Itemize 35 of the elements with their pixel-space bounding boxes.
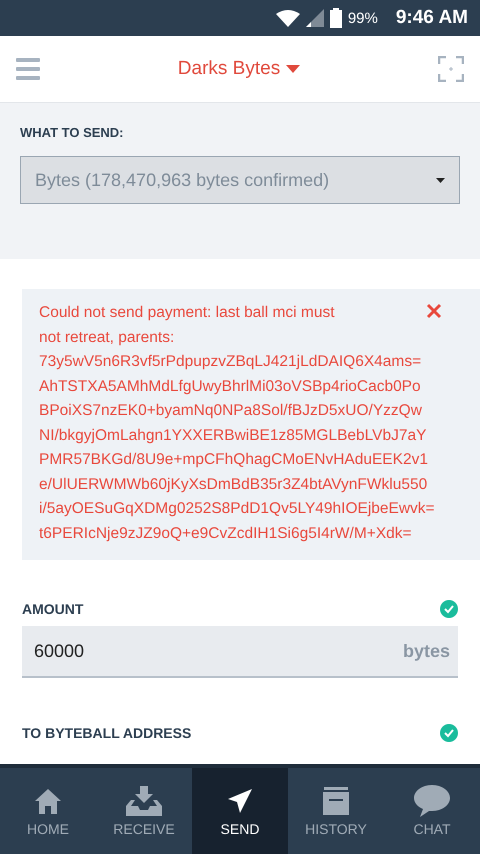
nav-tab[interactable]: HOME: [0, 768, 96, 854]
nav-tab[interactable]: CHAT: [384, 768, 480, 854]
error-text: Could not send payment: last ball mci must: [39, 303, 334, 323]
error-text: i/5ayOESuGqXDMg0252S8PdD1Qv5LY49hIOEjbeEwvk=: [39, 499, 435, 519]
wifi-icon: [276, 9, 300, 27]
amount-field[interactable]: 60000 bytes: [22, 626, 458, 678]
download-tray-icon: [126, 785, 162, 817]
nav-tab[interactable]: RECEIVE: [96, 768, 192, 854]
archive-icon: [323, 785, 349, 817]
unit-label: bytes: [402, 640, 450, 662]
error-text: AhTSTXA5AMhMdLfgUwyBhrlMi03oVSBp4rioCacb0Po: [39, 376, 421, 396]
close-icon[interactable]: [426, 303, 442, 319]
menu-icon[interactable]: [16, 58, 40, 80]
scan-icon[interactable]: [438, 56, 464, 82]
signal-icon: [306, 9, 324, 27]
error-text: t6PERIcNje9zJZ9oQ+e9CvZcdIH1Si6g5I4rW/M+Xdk=: [39, 524, 412, 544]
battery-level: 99%: [348, 10, 378, 26]
error-text: e/UlUERWMWb60jKyXsDmBdB35r3Z4btAVynFWklu550: [39, 474, 428, 494]
wallet-selector[interactable]: Darks Bytes: [178, 58, 300, 80]
error-text: 73y5wV5n6R3vf5rPdpupzvZBqLJ421jLdDAIQ6X4ams=: [39, 352, 422, 372]
battery-icon: [330, 8, 342, 28]
nav-tab[interactable]: SEND: [192, 768, 288, 854]
field-label: TO BYTEBALL ADDRESS: [22, 725, 192, 741]
asset-dropdown[interactable]: Bytes (178,470,963 bytes confirmed): [20, 156, 460, 204]
error-text: NI/bkgyjOmLahgn1YXXERBwiBE1z85MGLBebLVbJ7aY: [39, 426, 426, 446]
error-text: BPoiXS7nzEK0+byamNq0NPa8Sol/fBJzD5xUO/YzzQw: [39, 401, 422, 421]
error-text: not retreat, parents:: [39, 328, 174, 348]
field-label: WHAT TO SEND:: [20, 125, 125, 140]
caret-icon: [286, 65, 300, 73]
field-label: AMOUNT: [22, 601, 84, 617]
clock: 9:46 AM: [396, 7, 468, 29]
error-text: PMR57BKGd/8U9e+mpCFhQhagCMoENvHAduEEK2v1: [39, 450, 428, 470]
chat-bubble-icon: [414, 785, 450, 817]
caret-icon: [436, 178, 445, 182]
nav-tab[interactable]: HISTORY: [288, 768, 384, 854]
